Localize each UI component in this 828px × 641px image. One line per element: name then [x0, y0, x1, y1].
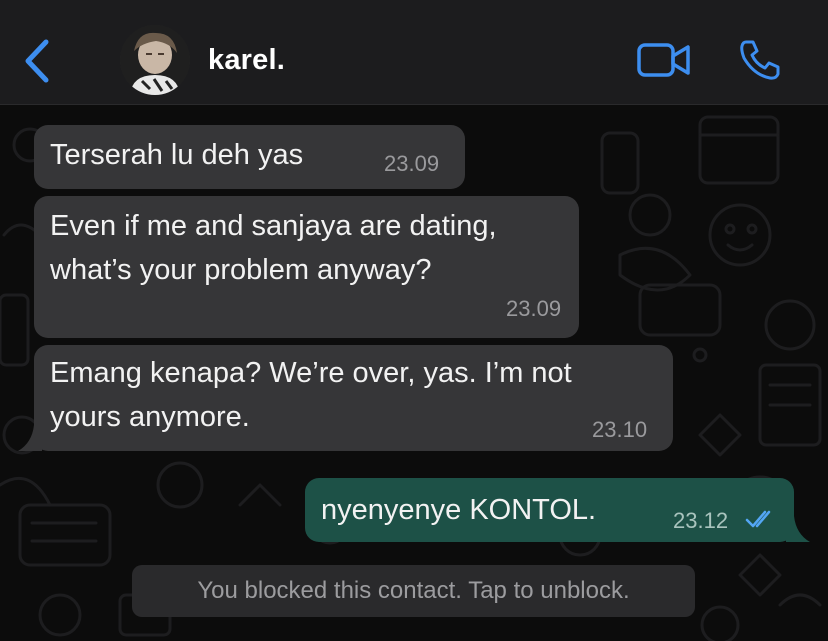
message-bubble-incoming[interactable]: Emang kenapa? We’re over, yas. I’m not y…: [34, 345, 673, 451]
double-check-icon: [745, 510, 771, 528]
message-time: 23.12: [673, 508, 729, 533]
message-text: nyenyenye KONTOL.: [321, 494, 597, 526]
message-list[interactable]: Terserah lu deh yas 23.09 Even if me and…: [0, 105, 828, 641]
message-bubble-incoming[interactable]: Terserah lu deh yas 23.09: [34, 125, 465, 189]
video-camera-icon: [637, 43, 690, 77]
message-text: Emang kenapa? We’re over, yas. I’m not y…: [50, 357, 572, 433]
chat-screen: karel. Terserah lu deh yas 23.09 Even if…: [0, 0, 828, 641]
message-time: 23.09: [506, 296, 562, 321]
message-time: 23.09: [384, 151, 440, 176]
blocked-contact-notice[interactable]: You blocked this contact. Tap to unblock…: [132, 565, 695, 617]
chevron-left-icon: [25, 39, 49, 83]
video-call-button[interactable]: [636, 42, 692, 78]
avatar[interactable]: [120, 25, 190, 95]
message-bubble-outgoing[interactable]: nyenyenye KONTOL. 23.12: [305, 478, 794, 542]
message-text: Even if me and sanjaya are dating, what’…: [50, 210, 497, 286]
bubble-tail: [18, 425, 42, 451]
bubble-tail: [786, 516, 810, 542]
phone-icon: [740, 40, 780, 80]
back-button[interactable]: [18, 38, 58, 84]
message-text: Terserah lu deh yas: [50, 139, 304, 171]
message-time: 23.10: [592, 417, 648, 442]
avatar-image: [120, 25, 190, 95]
contact-name[interactable]: karel.: [208, 44, 285, 77]
message-bubble-incoming[interactable]: Even if me and sanjaya are dating, what’…: [34, 196, 579, 338]
voice-call-button[interactable]: [738, 38, 782, 82]
chat-header: karel.: [0, 0, 828, 105]
